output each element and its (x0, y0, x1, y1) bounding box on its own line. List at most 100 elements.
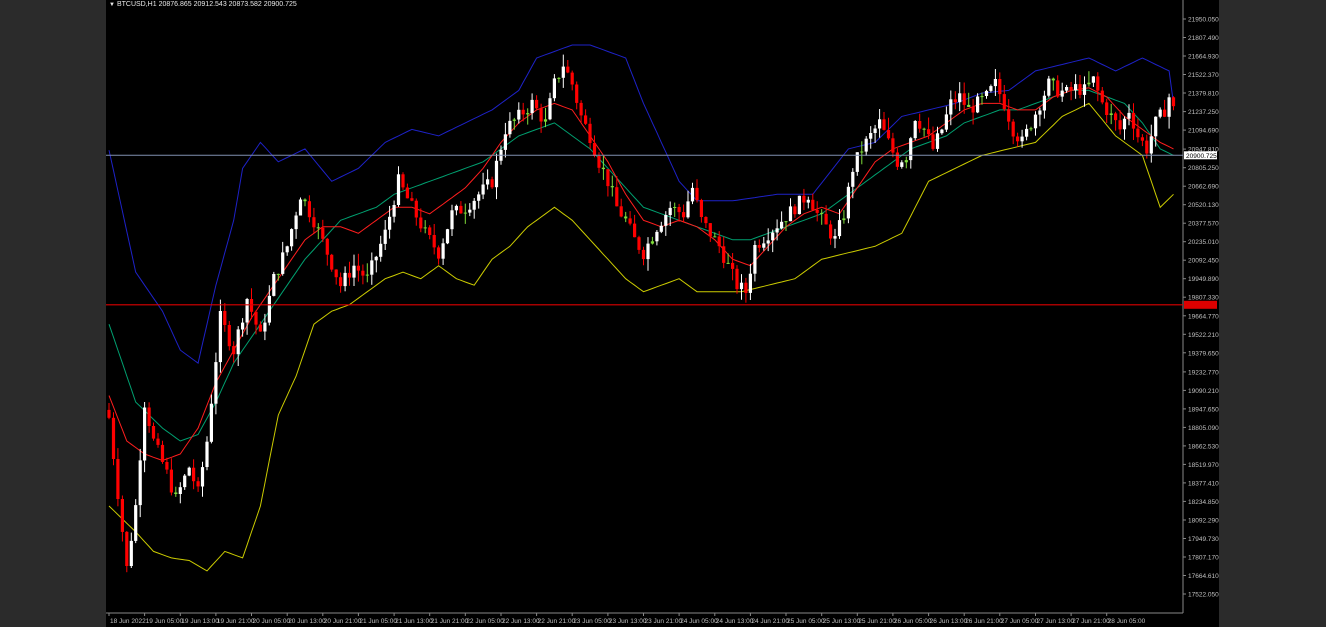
candle-body (187, 467, 191, 476)
candle-body (423, 227, 427, 229)
candle-body (882, 119, 886, 130)
candle-body (539, 108, 543, 122)
candle-body (272, 274, 276, 296)
candle-body (1016, 136, 1020, 142)
candle-body (227, 325, 231, 347)
x-tick-label: 22 Jun 13:00 (502, 618, 540, 625)
candle-body (998, 79, 1002, 95)
candle-body (913, 121, 917, 139)
y-tick-label: 18662.530 (1188, 443, 1219, 450)
candle-body (1020, 136, 1024, 142)
candle-body (258, 324, 262, 332)
y-tick-label: 20520.130 (1188, 202, 1219, 209)
candle-body (904, 160, 908, 163)
candle-body (851, 171, 855, 187)
candle-body (989, 86, 993, 91)
candle-body (1047, 78, 1051, 96)
candle-body (1087, 82, 1091, 85)
candle-body (610, 186, 614, 188)
candle-body (900, 162, 904, 167)
candle-body (392, 205, 396, 217)
candle-body (922, 128, 926, 130)
candle-body (129, 540, 133, 566)
candle-body (521, 109, 525, 115)
middle-band-line (108, 89, 1174, 442)
x-tick-label: 23 Jun 13:00 (609, 618, 647, 625)
candle-body (178, 487, 182, 494)
candle-body (312, 217, 316, 228)
candle-body (245, 299, 249, 323)
candle-body (147, 407, 151, 426)
candle-body (668, 207, 672, 216)
candle-body (120, 499, 124, 532)
candle-body (263, 322, 267, 332)
candle-body (134, 505, 138, 541)
candle-body (570, 72, 574, 85)
x-tick-label: 19 Jun 13:00 (181, 618, 219, 625)
candle-body (1163, 109, 1167, 117)
candle-body (788, 206, 793, 222)
candle-body (1082, 84, 1087, 95)
candle-body (557, 77, 561, 79)
y-tick-label: 19664.770 (1188, 313, 1219, 320)
candle-body (1140, 137, 1144, 141)
candle-body (873, 128, 877, 133)
candle-body (739, 282, 744, 290)
x-tick-label: 22 Jun 21:00 (538, 618, 576, 625)
y-tick-label: 17664.610 (1188, 573, 1219, 580)
y-tick-label: 18519.970 (1188, 462, 1219, 469)
candle-body (918, 121, 922, 129)
candle-body (927, 129, 931, 135)
candlestick-chart[interactable]: 21950.050 21807.490 21664.930 21522.370 2137… (106, 0, 1219, 627)
candle-body (971, 107, 975, 113)
candle-body (254, 311, 258, 325)
candle-body (1038, 110, 1042, 115)
candle-body (445, 229, 450, 244)
candle-body (432, 235, 436, 248)
candle-body (205, 441, 209, 467)
candle-body (508, 120, 512, 135)
candle-body (303, 199, 307, 202)
candle-body (762, 243, 766, 248)
candle-body (753, 245, 757, 274)
x-tick-label: 27 Jun 13:00 (1037, 618, 1075, 625)
candle-body (321, 227, 325, 239)
candle-body (352, 265, 356, 278)
candle-body (543, 119, 548, 122)
candle-body (1060, 90, 1064, 97)
y-tick-label: 18092.290 (1188, 518, 1219, 525)
candle-body (290, 229, 294, 247)
candle-body (771, 232, 775, 241)
candle-body (214, 362, 218, 404)
candle-body (1158, 109, 1162, 117)
candle-body (584, 115, 588, 124)
x-tick-label: 23 Jun 05:00 (573, 618, 611, 625)
candle-body (552, 78, 556, 99)
candle-body (236, 329, 240, 355)
y-tick-label: 19522.210 (1188, 332, 1219, 339)
candle-body (267, 295, 271, 323)
chart-window[interactable]: ▼ BTCUSD,H1 20876.865 20912.543 20873.582… (106, 0, 1219, 627)
candle-body (548, 98, 552, 120)
candle-body (343, 272, 347, 287)
candle-body (365, 274, 369, 276)
x-tick-label: 21 Jun 13:00 (395, 618, 433, 625)
candle-body (592, 143, 597, 156)
candle-body (891, 138, 895, 153)
candle-body (414, 200, 418, 218)
candle-body (722, 246, 726, 263)
candle-body (624, 216, 628, 219)
candle-body (396, 174, 401, 205)
candle-body (379, 243, 383, 257)
y-tick-label: 20805.250 (1188, 165, 1219, 172)
y-tick-label: 18377.410 (1188, 480, 1219, 487)
candle-body (860, 151, 864, 153)
candle-body (1033, 114, 1038, 129)
candle-body (677, 207, 681, 213)
candle-body (535, 99, 539, 109)
candle-body (494, 160, 499, 188)
candle-body (1069, 87, 1073, 91)
candle-body (285, 246, 289, 253)
candle-body (869, 133, 873, 139)
candle-body (864, 138, 868, 152)
